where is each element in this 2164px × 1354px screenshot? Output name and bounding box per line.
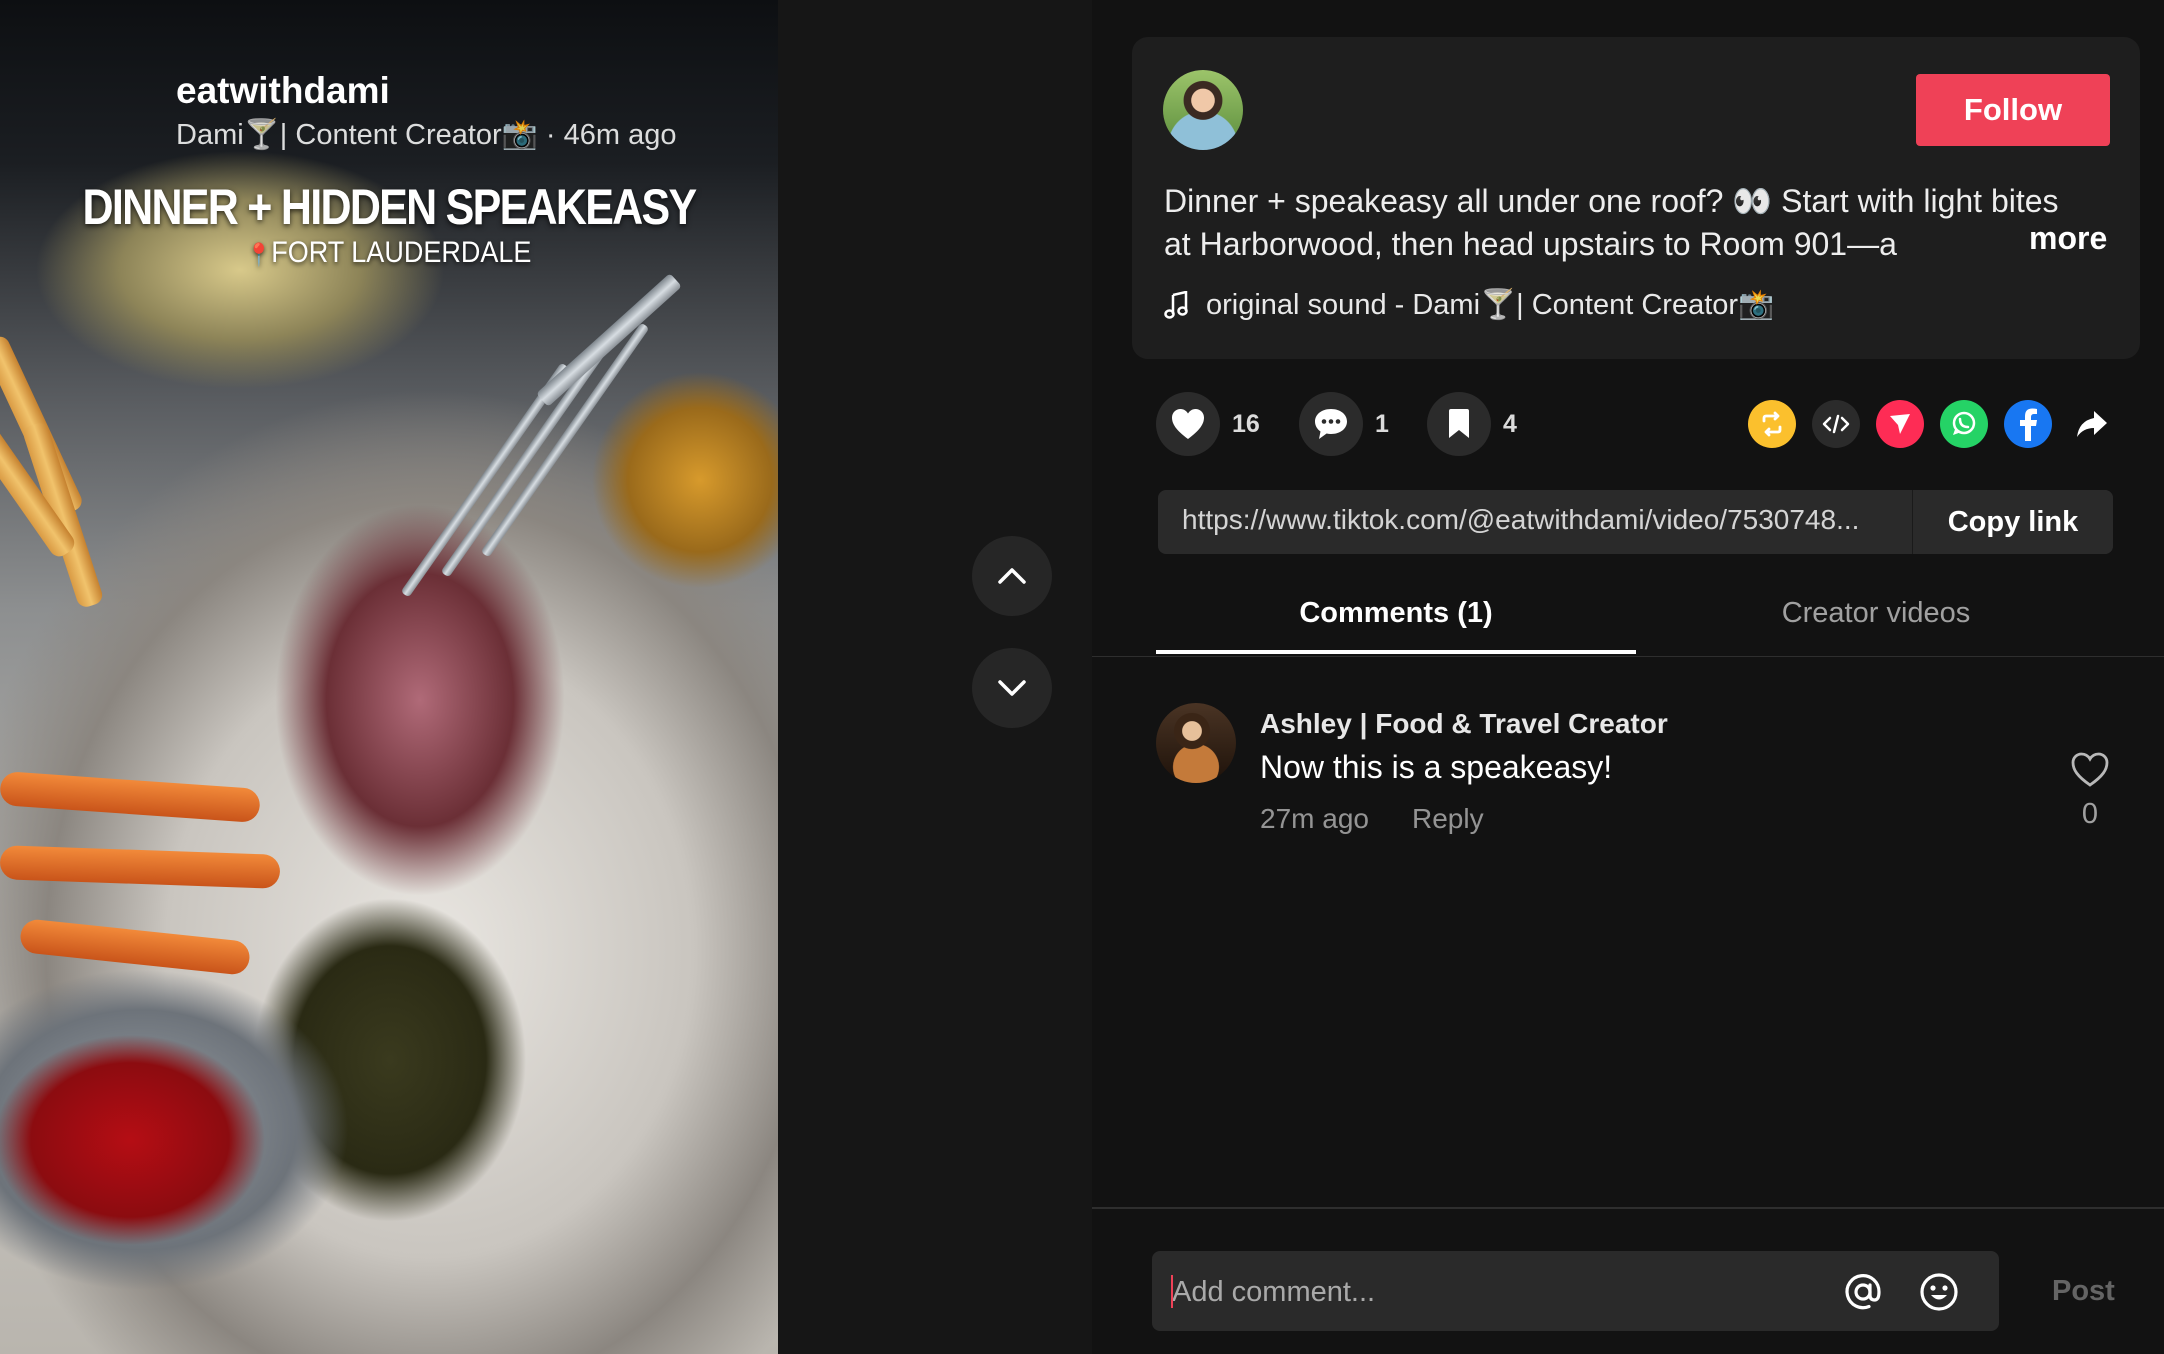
creator-display-name[interactable]: Dami🍸| Content Creator📸: [176, 119, 538, 151]
post-description: Dinner + speakeasy all under one roof? 👀…: [1164, 183, 2059, 262]
like-count: 16: [1232, 409, 1260, 438]
video-link-url[interactable]: https://www.tiktok.com/@eatwithdami/vide…: [1182, 504, 1882, 536]
comment-button[interactable]: [1299, 392, 1363, 456]
bookmark-button[interactable]: [1427, 392, 1491, 456]
previous-video-button[interactable]: [972, 536, 1052, 616]
mention-icon[interactable]: [1842, 1271, 1884, 1313]
repost-icon: [1762, 411, 1782, 437]
commenter-avatar[interactable]: [1156, 703, 1236, 783]
like-button[interactable]: [1156, 392, 1220, 456]
follow-button[interactable]: Follow: [1916, 74, 2110, 146]
copy-link-button[interactable]: Copy link: [1912, 490, 2113, 554]
carrot: [0, 770, 261, 824]
carrot: [0, 845, 281, 889]
share-arrow-icon: [2077, 411, 2107, 437]
video-overlay-subtitle: 📍FORT LAUDERDALE: [246, 236, 532, 269]
emoji-icon[interactable]: [1918, 1271, 1960, 1313]
post-time: 46m ago: [563, 119, 677, 151]
navigation-column: [778, 0, 1092, 1354]
music-note-icon: [1164, 291, 1188, 319]
reply-button[interactable]: Reply: [1412, 803, 1484, 835]
comment-like-count: 0: [2081, 798, 2099, 830]
music-title: original sound - Dami🍸| Content Creator📸: [1206, 289, 1775, 321]
location-pin-icon: 📍: [246, 242, 272, 267]
comment-action[interactable]: 1: [1299, 392, 1389, 456]
send-to-friends-button[interactable]: [1876, 400, 1924, 448]
bookmark-icon: [1449, 409, 1469, 438]
creator-meta: Dami🍸| Content Creator📸 · 46m ago: [176, 118, 676, 152]
comment-bubble-icon: [1315, 409, 1347, 439]
creator-username[interactable]: eatwithdami: [176, 70, 390, 112]
facebook-icon: [2020, 408, 2037, 441]
comment-time: 27m ago: [1260, 803, 1369, 834]
comment-composer: [1152, 1251, 1999, 1333]
more-button[interactable]: more: [2019, 220, 2108, 257]
music-link[interactable]: original sound - Dami🍸| Content Creator📸: [1164, 288, 1774, 322]
whatsapp-share-button[interactable]: [1940, 400, 1988, 448]
carrot: [18, 918, 252, 976]
save-count: 4: [1503, 409, 1517, 438]
chevron-up-icon: [998, 568, 1026, 584]
creator-avatar[interactable]: [1163, 70, 1243, 150]
video-link-box: https://www.tiktok.com/@eatwithdami/vide…: [1158, 490, 2113, 554]
send-icon: [1890, 414, 1910, 434]
next-video-button[interactable]: [972, 648, 1052, 728]
facebook-share-button[interactable]: [2004, 400, 2052, 448]
save-action[interactable]: 4: [1427, 392, 1517, 456]
repost-button[interactable]: [1748, 400, 1796, 448]
text-caret: [1171, 1275, 1173, 1308]
video-overlay-title: DINNER + HIDDEN SPEAKEASY: [82, 179, 698, 235]
tab-creator-videos[interactable]: Creator videos: [1636, 597, 2116, 630]
comment-heart-icon[interactable]: [2070, 750, 2110, 790]
video-player[interactable]: DINNER + HIDDEN SPEAKEASY 📍FORT LAUDERDA…: [0, 0, 778, 1354]
composer-divider: [1092, 1207, 2164, 1209]
post-comment-button[interactable]: Post: [2052, 1275, 2115, 1308]
comment-count: 1: [1375, 409, 1389, 438]
comment-text: Now this is a speakeasy!: [1260, 749, 1613, 785]
whatsapp-icon: [1952, 411, 1976, 435]
more-share-button[interactable]: [2068, 400, 2116, 448]
fork: [536, 273, 682, 407]
embed-button[interactable]: [1812, 400, 1860, 448]
tab-comments[interactable]: Comments (1): [1156, 597, 1636, 630]
meta-separator: ·: [545, 119, 556, 151]
chevron-down-icon: [998, 680, 1026, 696]
heart-icon: [1172, 409, 1204, 439]
embed-icon: [1822, 414, 1850, 434]
tab-divider: [1092, 656, 2164, 657]
active-tab-indicator: [1156, 650, 1636, 654]
commenter-name[interactable]: Ashley | Food & Travel Creator: [1260, 708, 1668, 740]
comment-input[interactable]: [1170, 1251, 1814, 1333]
fork: [440, 342, 610, 578]
like-action[interactable]: 16: [1156, 392, 1260, 456]
